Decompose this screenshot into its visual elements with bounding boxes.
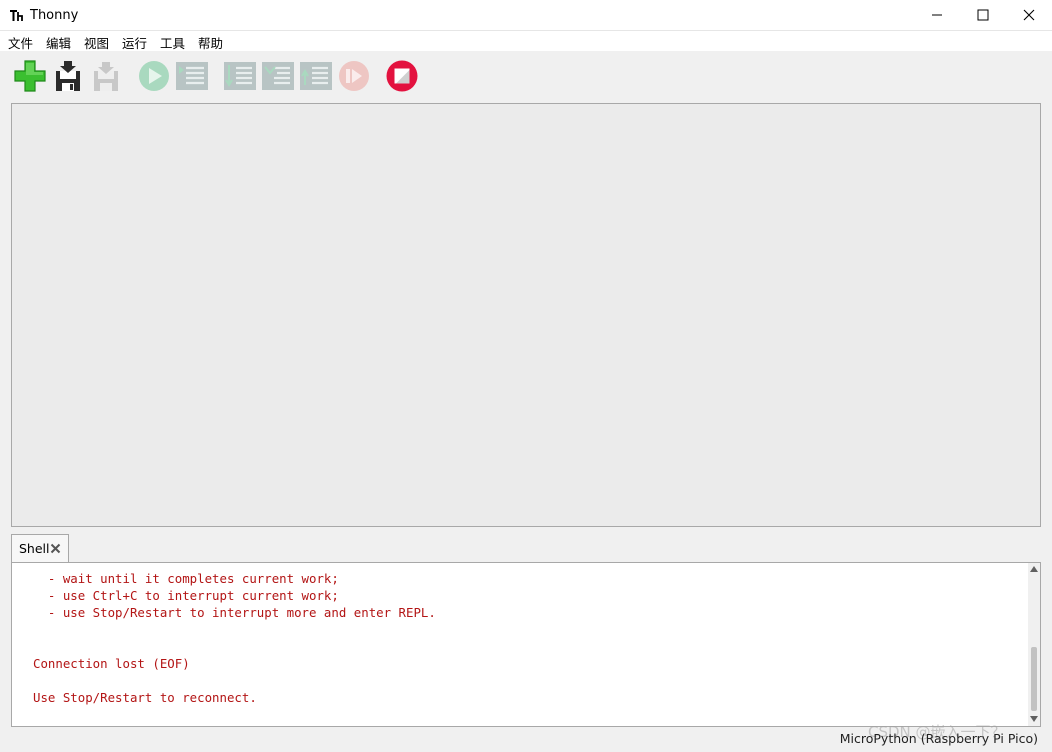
debug-icon (176, 62, 208, 90)
menu-bar: 文件 编辑 视图 运行 工具 帮助 (0, 31, 1052, 51)
shell-line: - use Ctrl+C to interrupt current work; (33, 588, 339, 603)
step-into-button[interactable] (261, 59, 295, 93)
shell-line: Use Stop/Restart to reconnect. (33, 690, 257, 705)
step-out-icon (300, 62, 332, 90)
scroll-up-arrow-icon[interactable] (1030, 566, 1038, 572)
save-button[interactable] (89, 59, 123, 93)
load-file-icon (56, 61, 80, 91)
interpreter-status[interactable]: MicroPython (Raspberry Pi Pico) (840, 731, 1038, 746)
shell-line: Connection lost (EOF) (33, 656, 190, 671)
new-button[interactable] (13, 59, 47, 93)
resume-button[interactable] (337, 59, 371, 93)
shell-tab-label: Shell (19, 541, 50, 556)
scroll-thumb[interactable] (1031, 647, 1037, 711)
step-into-icon (262, 62, 294, 90)
menu-file[interactable]: 文件 (7, 33, 34, 52)
resume-icon (339, 61, 369, 91)
minimize-icon (932, 14, 942, 16)
shell-output[interactable]: - wait until it completes current work; … (11, 562, 1041, 727)
maximize-button[interactable] (960, 0, 1006, 30)
thonny-logo-icon (10, 10, 23, 21)
minimize-button[interactable] (914, 0, 960, 30)
menu-view[interactable]: 视图 (83, 33, 110, 52)
maximize-icon (977, 9, 989, 21)
save-file-icon (94, 62, 118, 91)
shell-line: - wait until it completes current work; (33, 571, 339, 586)
tab-shell[interactable]: Shell (11, 534, 69, 563)
editor-area[interactable] (11, 103, 1041, 527)
stop-button[interactable] (385, 59, 419, 93)
shell-line: - use Stop/Restart to interrupt more and… (33, 605, 436, 620)
step-over-icon (224, 62, 256, 90)
toolbar (0, 51, 1052, 101)
close-icon (1023, 9, 1035, 21)
run-icon (139, 61, 169, 91)
close-tab-icon[interactable] (50, 543, 61, 554)
step-over-button[interactable] (223, 59, 257, 93)
title-bar: Thonny (0, 0, 1052, 31)
step-out-button[interactable] (299, 59, 333, 93)
menu-edit[interactable]: 编辑 (45, 33, 72, 52)
menu-run[interactable]: 运行 (121, 33, 148, 52)
new-file-icon (14, 60, 46, 92)
menu-help[interactable]: 帮助 (197, 33, 224, 52)
window-title: Thonny (30, 8, 79, 23)
close-button[interactable] (1006, 0, 1052, 30)
run-button[interactable] (137, 59, 171, 93)
load-button[interactable] (51, 59, 85, 93)
scroll-down-arrow-icon[interactable] (1030, 716, 1038, 722)
stop-icon (386, 60, 418, 92)
debug-button[interactable] (175, 59, 209, 93)
shell-scrollbar[interactable] (1028, 563, 1040, 726)
menu-tools[interactable]: 工具 (159, 33, 186, 52)
